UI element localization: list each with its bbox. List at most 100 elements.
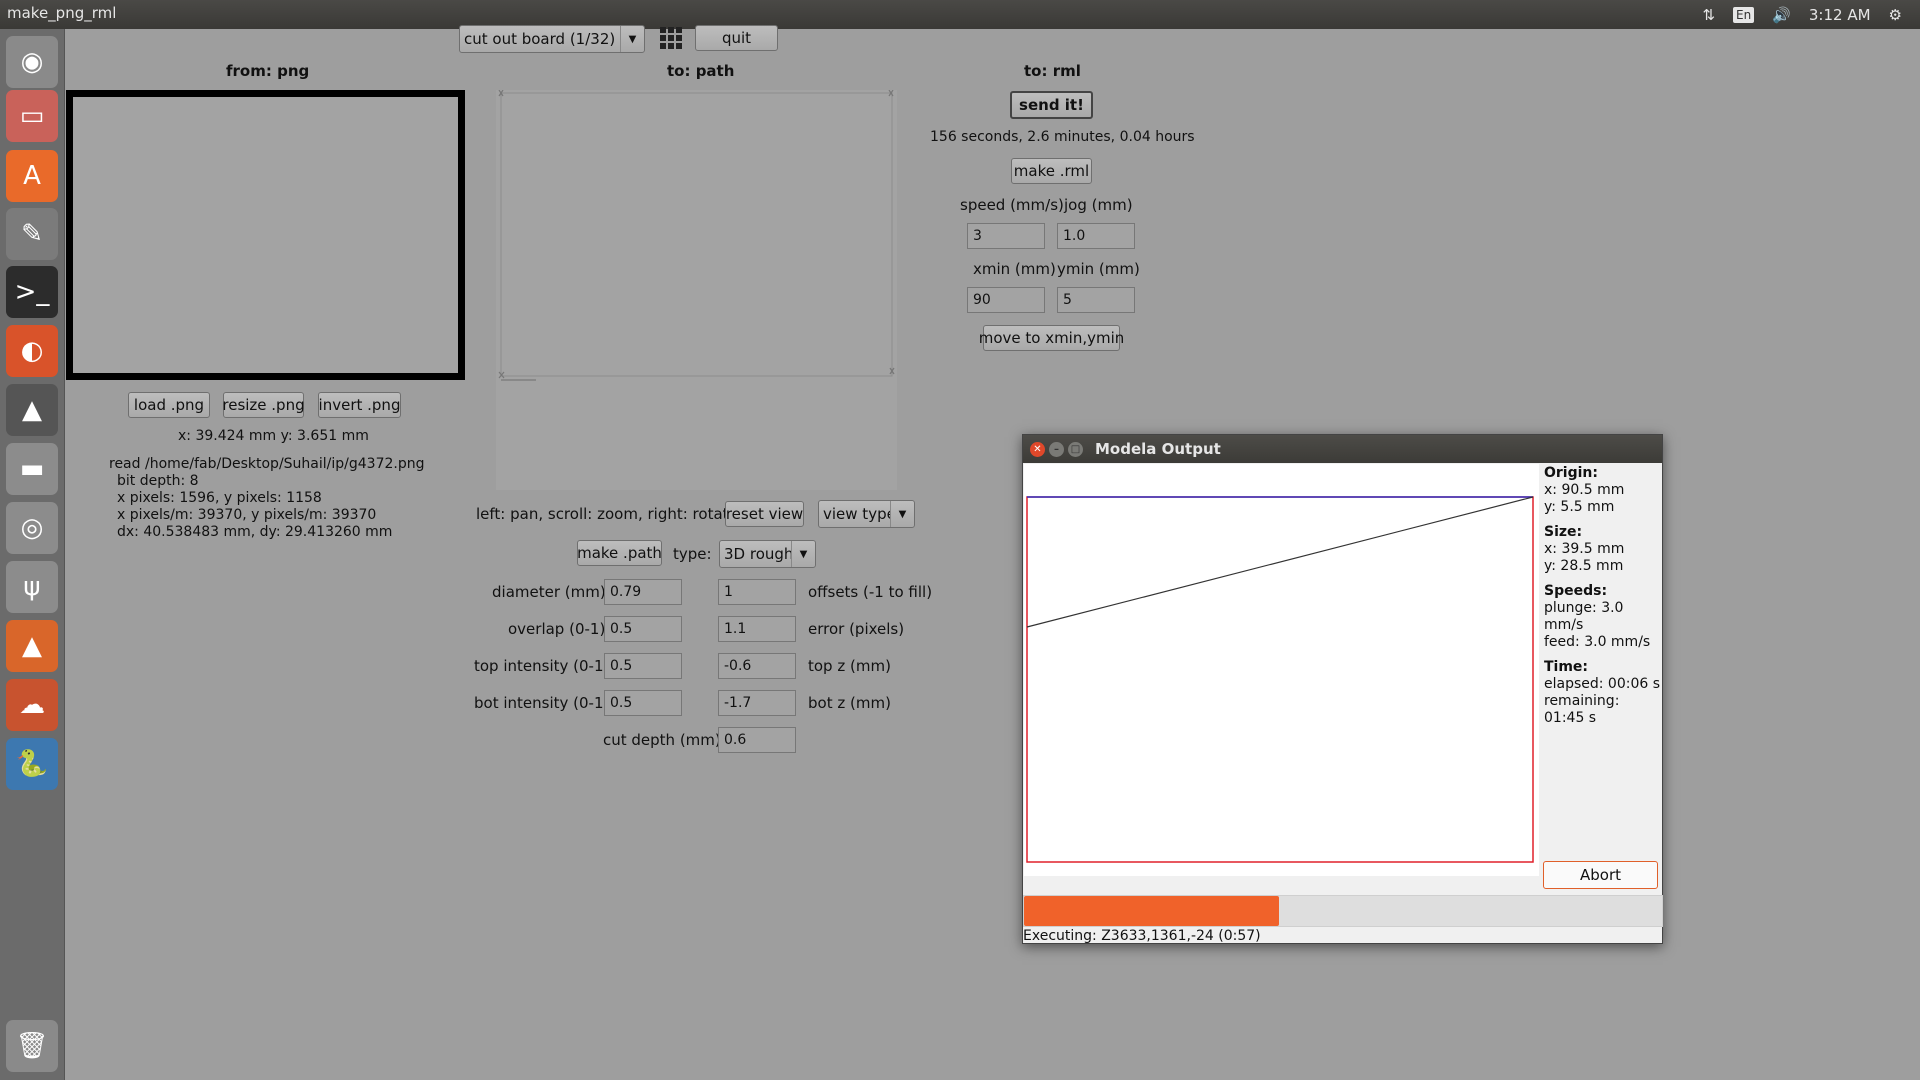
network-icon[interactable]: ⇅	[1702, 6, 1715, 24]
bot-z-label: bot z (mm)	[808, 694, 891, 712]
vlc-icon[interactable]: ▲	[6, 620, 58, 672]
toolpath-bounds	[1026, 496, 1534, 863]
png-canvas[interactable]	[66, 90, 465, 380]
bot-z-field[interactable]	[718, 690, 796, 716]
disk-icon[interactable]: ▬	[6, 443, 58, 495]
rml-heading: to: rml	[1024, 62, 1081, 80]
error-label: error (pixels)	[808, 620, 905, 638]
send-it-button[interactable]: send it!	[1010, 91, 1093, 119]
launcher: ◉ ▭ A ✎ >_ ◐ ▲ ▬ ◎ ψ ▲ ☁ 🐍 🗑	[0, 29, 65, 1080]
ymin-field[interactable]	[1057, 287, 1135, 313]
png-info: read /home/fab/Desktop/Suhail/ip/g4372.p…	[109, 456, 424, 541]
time-heading: Time:	[1544, 659, 1589, 675]
system-settings-icon[interactable]: ✎	[6, 208, 58, 260]
trash-icon[interactable]: 🗑	[6, 1020, 58, 1072]
size-y: y: 28.5 mm	[1544, 558, 1624, 574]
clock[interactable]: 3:12 AM	[1809, 6, 1871, 24]
plunge-speed: plunge: 3.0 mm/s	[1544, 600, 1624, 633]
dvd-icon[interactable]: ◎	[6, 502, 58, 554]
make-path-button[interactable]: make .path	[577, 540, 662, 566]
volume-icon[interactable]: 🔊	[1772, 6, 1791, 24]
path-type-value: 3D rough	[724, 545, 791, 563]
ubuntu-dash-icon[interactable]: ◉	[6, 36, 58, 88]
maximize-icon[interactable]: □	[1068, 442, 1083, 457]
speed-field[interactable]	[967, 223, 1045, 249]
execution-status: Executing: Z3633,1361,-24 (0:57)	[1023, 928, 1261, 944]
chevron-down-icon: ▼	[620, 26, 644, 52]
job-time-estimate: 156 seconds, 2.6 minutes, 0.04 hours	[930, 129, 1195, 145]
path-heading: to: path	[667, 62, 735, 80]
software-center-icon[interactable]: A	[6, 150, 58, 202]
origin-y: y: 5.5 mm	[1544, 499, 1615, 515]
origin-heading: Origin:	[1544, 465, 1598, 481]
firefox-icon[interactable]: ◐	[6, 325, 58, 377]
path-viewport[interactable]	[496, 90, 897, 490]
speeds-heading: Speeds:	[1544, 583, 1608, 599]
top-z-label: top z (mm)	[808, 657, 891, 675]
diameter-field[interactable]	[604, 579, 682, 605]
overlap-label: overlap (0-1)	[508, 620, 606, 638]
png-info-line: x pixels: 1596, y pixels: 1158	[117, 490, 322, 506]
top-intensity-label: top intensity (0-1)	[474, 657, 610, 675]
usb-icon[interactable]: ψ	[6, 561, 58, 613]
make-rml-button[interactable]: make .rml	[1011, 158, 1092, 184]
close-icon[interactable]: ✕	[1030, 442, 1045, 457]
size-heading: Size:	[1544, 524, 1583, 540]
png-info-line: x pixels/m: 39370, y pixels/m: 39370	[117, 507, 377, 523]
toolpath-segment	[1026, 496, 1534, 628]
inkscape-icon[interactable]: ▲	[6, 384, 58, 436]
view-type-value: view type	[823, 505, 890, 523]
top-z-field[interactable]	[718, 653, 796, 679]
grid-icon[interactable]	[659, 26, 683, 50]
modela-output-window: ✕ – □ Modela Output Origin: x: 90.5 mm y…	[1022, 434, 1663, 944]
modela-titlebar[interactable]: ✕ – □ Modela Output	[1023, 435, 1662, 463]
png-info-line: bit depth: 8	[117, 473, 199, 489]
path-type-select[interactable]: 3D rough ▼	[719, 540, 816, 568]
error-field[interactable]	[718, 616, 796, 642]
top-panel: make_png_rml ⇅ En 🔊 3:12 AM ⚙	[0, 0, 1920, 29]
offsets-label: offsets (-1 to fill)	[808, 583, 933, 601]
view-type-select[interactable]: view type ▼	[818, 500, 915, 528]
origin-x: x: 90.5 mm	[1544, 482, 1625, 498]
process-select[interactable]: cut out board (1/32) ▼	[459, 25, 645, 53]
png-info-line: dx: 40.538483 mm, dy: 29.413260 mm	[117, 524, 393, 540]
move-to-xmin-ymin-button[interactable]: move to xmin,ymin	[979, 325, 1124, 351]
cut-depth-field[interactable]	[718, 727, 796, 753]
reset-view-button[interactable]: reset view	[725, 501, 804, 527]
process-select-value: cut out board (1/32)	[464, 30, 616, 48]
speed-label: speed (mm/s)	[960, 196, 1064, 214]
jog-field[interactable]	[1057, 223, 1135, 249]
type-label: type:	[673, 545, 712, 563]
offsets-field[interactable]	[718, 579, 796, 605]
bot-intensity-field[interactable]	[604, 690, 682, 716]
diameter-label: diameter (mm)	[492, 583, 606, 601]
gear-icon[interactable]: ⚙	[1889, 6, 1902, 24]
top-intensity-field[interactable]	[604, 653, 682, 679]
ubuntu-one-icon[interactable]: ☁	[6, 679, 58, 731]
job-info-panel: Origin: x: 90.5 mm y: 5.5 mm Size: x: 39…	[1541, 465, 1664, 727]
chevron-down-icon: ▼	[890, 501, 914, 527]
keyboard-layout-indicator[interactable]: En	[1733, 6, 1755, 23]
load-png-button[interactable]: load .png	[128, 392, 210, 418]
overlap-field[interactable]	[604, 616, 682, 642]
cut-depth-label: cut depth (mm)	[603, 731, 721, 749]
quit-button[interactable]: quit	[695, 25, 778, 51]
elapsed-time: elapsed: 00:06 s	[1544, 676, 1661, 692]
progress-fill	[1024, 896, 1280, 926]
resize-png-button[interactable]: resize .png	[222, 392, 305, 418]
xmin-field[interactable]	[967, 287, 1045, 313]
ymin-label: ymin (mm)	[1057, 260, 1140, 278]
feed-speed: feed: 3.0 mm/s	[1544, 634, 1651, 650]
toolpath-preview	[1024, 464, 1539, 876]
remaining-time: remaining: 01:45 s	[1544, 693, 1620, 726]
terminal-icon[interactable]: >_	[6, 266, 58, 318]
files-icon[interactable]: ▭	[6, 90, 58, 142]
invert-png-button[interactable]: invert .png	[318, 392, 401, 418]
xmin-label: xmin (mm)	[973, 260, 1056, 278]
bot-intensity-label: bot intensity (0-1)	[474, 694, 610, 712]
minimize-icon[interactable]: –	[1049, 442, 1064, 457]
python-icon[interactable]: 🐍	[6, 738, 58, 790]
jog-label: jog (mm)	[1064, 196, 1133, 214]
window-title: make_png_rml	[7, 4, 117, 22]
abort-button[interactable]: Abort	[1543, 861, 1658, 889]
